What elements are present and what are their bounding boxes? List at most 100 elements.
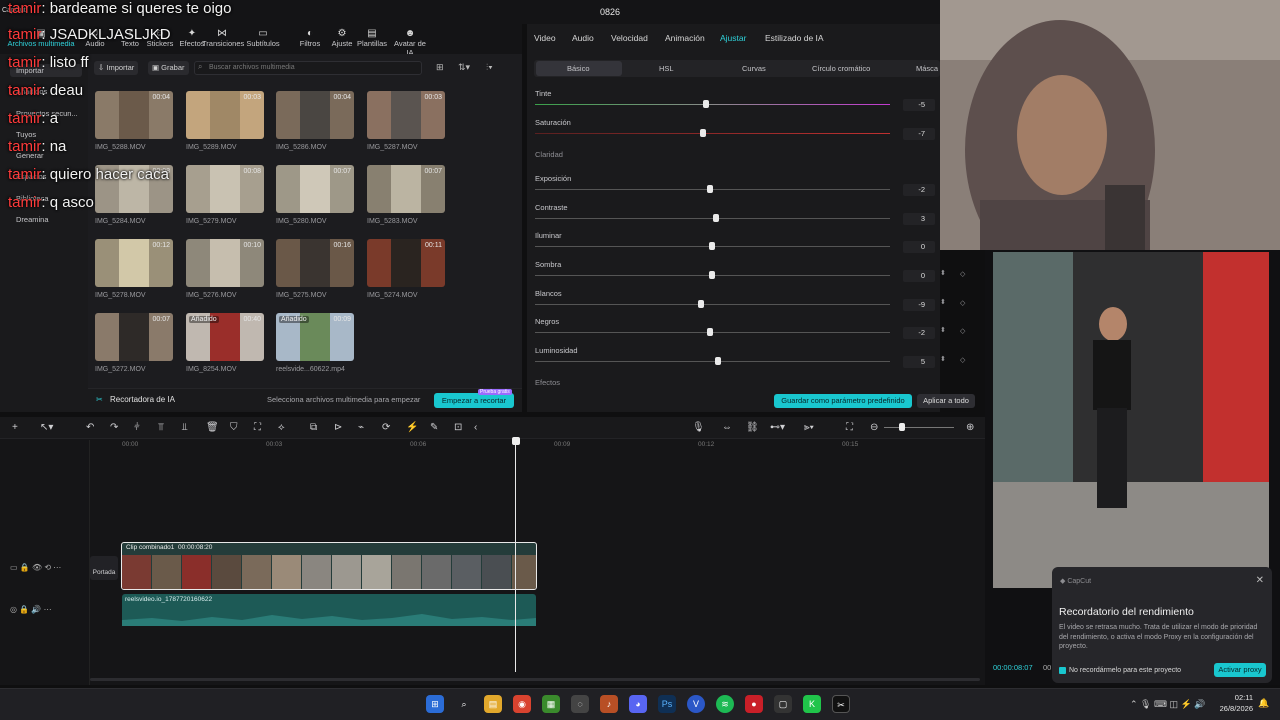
timeline-scrollbar[interactable] (90, 678, 980, 681)
video-clip[interactable]: Clip combinado1 00:00:08:20 (121, 542, 537, 590)
param-value-input[interactable]: 0 (903, 241, 935, 253)
media-thumbnail[interactable]: 00:03 (186, 91, 264, 139)
sort-icon[interactable]: ⇅▾ (458, 62, 470, 73)
discord-icon[interactable]: ◕ (629, 695, 647, 713)
param-value-input[interactable]: -2 (903, 184, 935, 196)
reverse-icon[interactable]: ⊳ (334, 422, 342, 433)
select-tool-icon[interactable]: ↖▾ (40, 422, 53, 433)
media-thumbnail[interactable]: 00:11 (367, 239, 445, 287)
param-slider-knob[interactable] (706, 185, 713, 193)
audio-clip[interactable]: reelsvideo.io_1787720160622 (122, 594, 536, 626)
mic-icon[interactable]: 🎙 (692, 422, 705, 433)
media-thumbnail[interactable]: 00:04 (95, 91, 173, 139)
tool-avatar[interactable]: ☻ Avatar de IA (390, 28, 430, 57)
tab-estilizado-de-ia[interactable]: Estilizado de IA (765, 33, 824, 43)
media-thumbnail[interactable]: 00:40 Añadido (186, 313, 264, 361)
tab-video[interactable]: Video (534, 33, 556, 43)
collapse-icon[interactable]: ‹ (474, 422, 477, 433)
zoom-out-icon[interactable]: ⊖ (870, 422, 878, 433)
media-thumbnail[interactable]: 00:12 (95, 239, 173, 287)
app2-icon[interactable]: ▢ (774, 695, 792, 713)
fit-icon[interactable]: ⊡ (454, 422, 462, 433)
param-value-input[interactable]: -5 (903, 99, 935, 111)
vpn-icon[interactable]: V (687, 695, 705, 713)
param-slider-track[interactable] (535, 104, 890, 105)
fullscreen-icon[interactable]: ⛶ (846, 422, 853, 433)
keyframe-icon[interactable]: ◇ (960, 299, 965, 307)
param-value-input[interactable]: -7 (903, 128, 935, 140)
kick-icon[interactable]: K (803, 695, 821, 713)
start-trim-button[interactable]: Empezar a recortar (434, 393, 514, 408)
ai-icon[interactable]: ⚡ (406, 422, 418, 433)
mark-icon[interactable]: ⛉ (230, 422, 238, 433)
mask-icon[interactable]: ⟡ (278, 422, 285, 433)
apply-all-button[interactable]: Aplicar a todo (917, 394, 975, 408)
photoshop-icon[interactable]: Ps (658, 695, 676, 713)
system-tray-icons[interactable]: ⌃ 🎙 ⌨ ◫ ⚡ 🔊 (1130, 699, 1205, 710)
save-preset-button[interactable]: Guardar como parámetro predefinido (774, 394, 912, 408)
view-grid-icon[interactable]: ⊞ (436, 62, 444, 73)
mirror-icon[interactable]: ⌁ (358, 422, 364, 433)
param-slider-track[interactable] (535, 133, 890, 134)
app-icon[interactable]: ◌ (571, 695, 589, 713)
tool-transition[interactable]: ⋈ Transiciones (202, 28, 244, 48)
param-slider-knob[interactable] (709, 242, 715, 250)
notification-icon[interactable]: 🔔 (1258, 698, 1269, 709)
keyframe-icon[interactable]: ◇ (960, 356, 965, 364)
param-slider-knob[interactable] (712, 214, 719, 222)
keyframe-icon[interactable]: ◇ (960, 327, 965, 335)
media-thumbnail[interactable]: 00:03 (367, 91, 445, 139)
param-slider-knob[interactable] (697, 300, 704, 308)
tab-audio[interactable]: Audio (572, 33, 594, 43)
media-thumbnail[interactable]: 00:10 (186, 239, 264, 287)
spotify-icon[interactable]: ≋ (716, 695, 734, 713)
record-button[interactable]: ▣ Grabar (148, 61, 189, 75)
subtab-1[interactable]: HSL (659, 64, 674, 73)
cover-button[interactable]: Portada (90, 556, 118, 580)
zoom-in-icon[interactable]: ⊕ (966, 422, 974, 433)
media-thumbnail[interactable]: 00:08 (186, 165, 264, 213)
param-value-input[interactable]: 3 (903, 213, 935, 225)
media-thumbnail[interactable]: 00:09 Añadido (276, 313, 354, 361)
recorder-icon[interactable]: ● (745, 695, 763, 713)
media-search-input[interactable]: Buscar archivos multimedia (194, 61, 422, 75)
subtab-2[interactable]: Curvas (742, 64, 766, 73)
param-slider-knob[interactable] (702, 100, 709, 108)
sidebar-item[interactable]: Dreamina (10, 213, 82, 226)
tab-ajustar[interactable]: Ajustar (720, 33, 746, 43)
delete-icon[interactable]: 🗑 (206, 422, 219, 433)
snap-icon[interactable]: ⇔ (722, 422, 732, 433)
playhead[interactable] (515, 438, 516, 672)
param-slider-track[interactable] (535, 304, 890, 305)
param-value-input[interactable]: -2 (903, 327, 935, 339)
stepper-icon[interactable]: ⬍ (940, 298, 946, 306)
stepper-icon[interactable]: ⬍ (940, 326, 946, 334)
stepper-icon[interactable]: ⬍ (940, 269, 946, 277)
fl-studio-icon[interactable]: ♪ (600, 695, 618, 713)
param-value-input[interactable]: -9 (903, 299, 935, 311)
tab-animación[interactable]: Animación (665, 33, 705, 43)
media-thumbnail[interactable]: 00:07 (367, 165, 445, 213)
close-icon[interactable]: ✕ (1256, 575, 1264, 586)
split-right-icon[interactable]: ⫫ (182, 422, 188, 433)
media-thumbnail[interactable]: 00:04 (276, 91, 354, 139)
tab-velocidad[interactable]: Velocidad (611, 33, 648, 43)
redo-icon[interactable]: ↷ (110, 422, 118, 433)
video-track-controls[interactable]: ▭ 🔒 👁 ⟲ ⋯ (10, 563, 61, 572)
toast-checkbox[interactable] (1059, 667, 1066, 674)
playhead-handle[interactable] (512, 437, 520, 445)
start-icon[interactable]: ⊞ (426, 695, 444, 713)
subtab-0[interactable]: Básico (567, 64, 590, 73)
chrome-icon[interactable]: ◉ (513, 695, 531, 713)
subtab-4[interactable]: Másca (916, 64, 938, 73)
activate-proxy-button[interactable]: Activar proxy (1214, 663, 1266, 677)
audio-track-controls[interactable]: ◎ 🔒 🔊 ⋯ (10, 605, 52, 614)
param-value-input[interactable]: 5 (903, 356, 935, 368)
zoom-slider[interactable] (884, 427, 954, 428)
add-track-icon[interactable]: + (12, 422, 18, 433)
param-slider-knob[interactable] (709, 271, 715, 279)
minecraft-icon[interactable]: ▦ (542, 695, 560, 713)
search-taskbar-icon[interactable]: ⌕ (455, 695, 473, 713)
tool-subtitle[interactable]: ▭ Subtítulos (243, 28, 283, 48)
param-slider-knob[interactable] (715, 357, 722, 365)
